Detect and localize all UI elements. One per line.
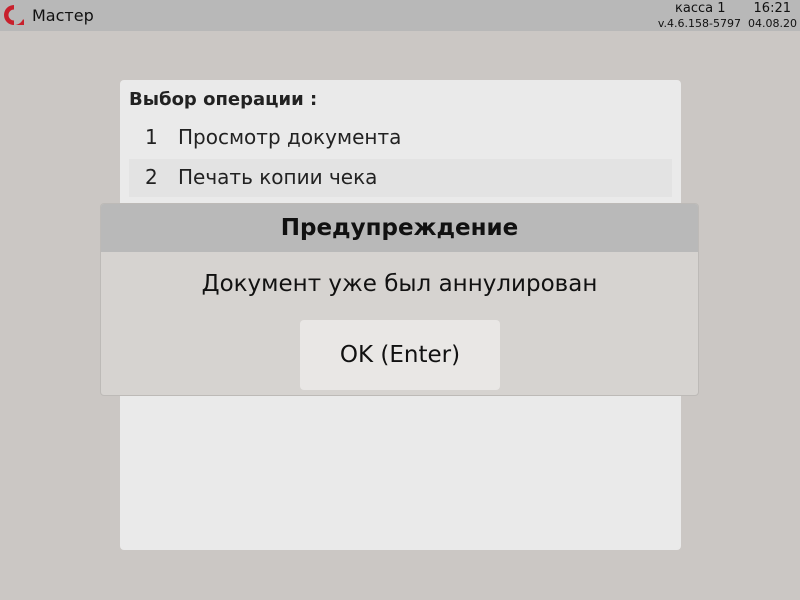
warning-dialog: Предупреждение Документ уже был аннулиро… [100, 203, 699, 396]
register-label: касса 1 [675, 1, 726, 16]
top-bar: Мастер касса 1 16:21 v.4.6.158-5797 04.08.… [0, 0, 800, 31]
menu-item-number: 2 [145, 165, 158, 189]
clock-time: 16:21 [753, 1, 791, 16]
ok-button[interactable]: OK (Enter) [300, 320, 500, 390]
date-label: 04.08.20 [748, 17, 797, 30]
dialog-title: Предупреждение [101, 204, 698, 252]
menu-item-view-document[interactable]: 1 Просмотр документа [129, 119, 672, 157]
version-label: v.4.6.158-5797 [657, 17, 742, 30]
app-logo-icon [4, 5, 24, 25]
status-version-date: v.4.6.158-5797 04.08.20 [658, 17, 797, 30]
menu-item-label: Печать копии чека [178, 165, 378, 189]
dialog-message: Документ уже был аннулирован [201, 271, 598, 297]
menu-heading: Выбор операции : [129, 89, 318, 110]
app-title: Мастер [32, 6, 94, 25]
menu-item-label: Просмотр документа [178, 125, 402, 149]
status-register-time: касса 1 16:21 [675, 1, 791, 16]
menu-item-number: 1 [145, 125, 158, 149]
menu-item-print-copy[interactable]: 2 Печать копии чека [129, 159, 672, 197]
